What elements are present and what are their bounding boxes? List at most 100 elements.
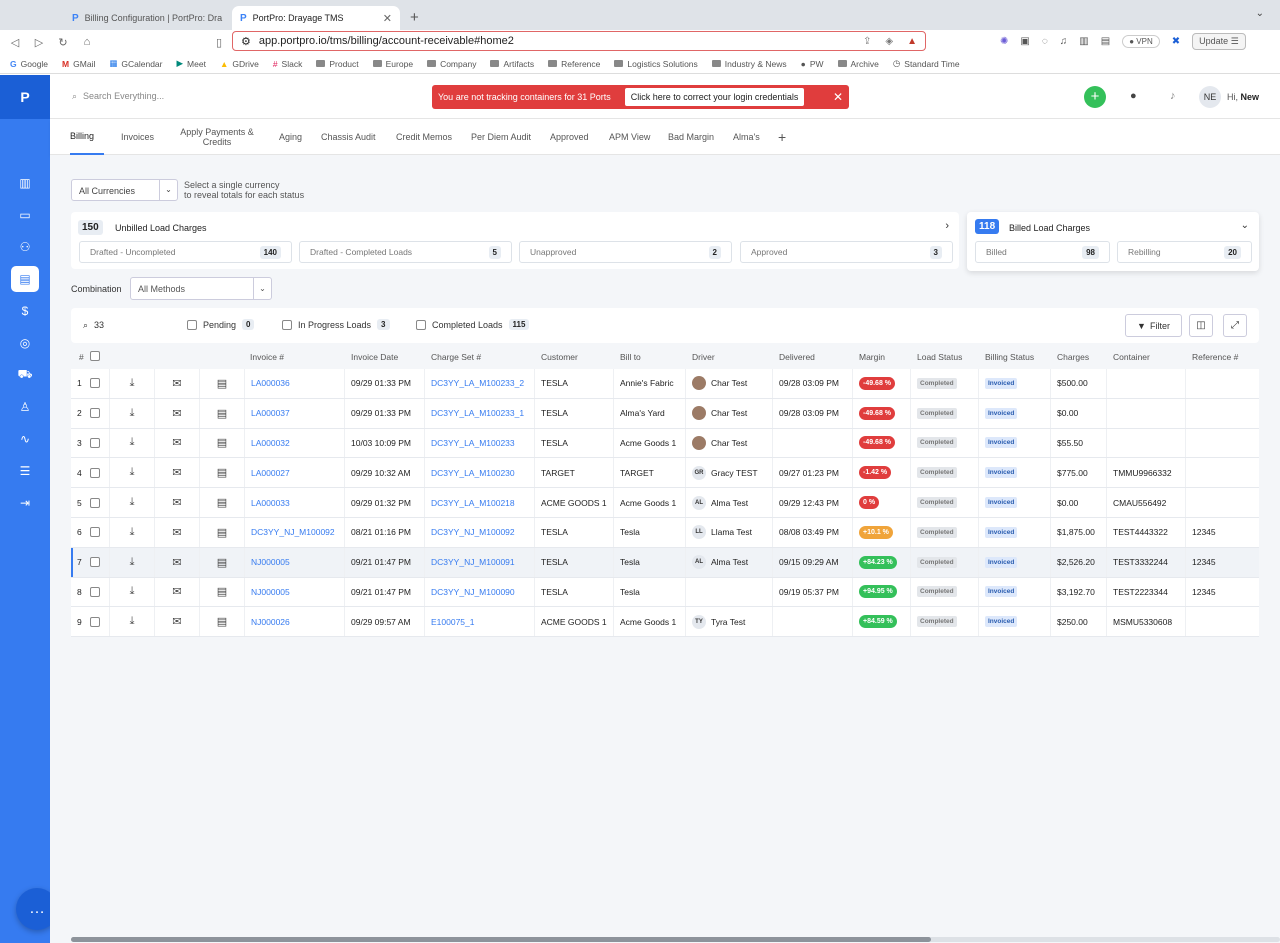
- document-icon[interactable]: ▤: [199, 517, 244, 547]
- close-icon[interactable]: ✕: [833, 90, 843, 104]
- completed-checkbox[interactable]: [416, 319, 426, 330]
- activity-icon[interactable]: ∿: [0, 423, 50, 455]
- charge-set-link[interactable]: E100075_1: [424, 607, 534, 637]
- bookmark-gmail[interactable]: M GMail: [62, 59, 95, 69]
- download-icon[interactable]: ⤓: [109, 369, 154, 398]
- col-container[interactable]: Container: [1113, 352, 1150, 362]
- col-reference[interactable]: Reference #: [1192, 352, 1238, 362]
- document-icon[interactable]: ▤: [199, 398, 244, 428]
- bookmark-meet[interactable]: ▶ Meet: [176, 58, 205, 69]
- document-icon[interactable]: ▤: [199, 577, 244, 607]
- charge-set-link[interactable]: DC3YY_LA_M100233_1: [424, 398, 534, 428]
- tab-aging[interactable]: Aging: [279, 119, 302, 155]
- home-icon[interactable]: ⌂: [80, 36, 94, 48]
- portpro-logo[interactable]: P: [0, 75, 50, 119]
- email-icon[interactable]: ✉: [154, 428, 199, 458]
- invoice-link[interactable]: LA000027: [244, 458, 344, 488]
- browser-tab-billing-config[interactable]: P Billing Configuration | PortPro: Dra: [64, 6, 232, 30]
- col-load-status[interactable]: Load Status: [917, 352, 962, 362]
- invoice-link[interactable]: LA000032: [244, 428, 344, 458]
- tab-invoices[interactable]: Invoices: [121, 119, 154, 155]
- document-icon[interactable]: ▤: [199, 547, 244, 577]
- extension-icon[interactable]: ✺: [1000, 36, 1008, 47]
- table-row[interactable]: 8 ⤓ ✉ ▤ NJ000005 09/21 01:47 PM DC3YY_NJ_M1000…: [71, 577, 1259, 608]
- col-charges[interactable]: Charges: [1057, 352, 1089, 362]
- bookmark-archive[interactable]: Archive: [837, 59, 879, 69]
- charge-set-link[interactable]: DC3YY_LA_M100233_2: [424, 369, 534, 398]
- reload-icon[interactable]: ↻: [56, 36, 70, 49]
- col-delivered[interactable]: Delivered: [779, 352, 815, 362]
- table-row[interactable]: 6 ⤓ ✉ ▤ DC3YY_NJ_M100092 08/21 01:16 PM DC3YY_…: [71, 517, 1259, 548]
- close-tab-icon[interactable]: ✕: [383, 12, 392, 25]
- bookmark-artifacts[interactable]: Artifacts: [490, 59, 534, 69]
- sub-billed[interactable]: Billed 98: [975, 241, 1110, 263]
- download-icon[interactable]: ⤓: [109, 398, 154, 428]
- col-billing-status[interactable]: Billing Status: [985, 352, 1034, 362]
- col-invoice[interactable]: Invoice #: [250, 352, 284, 362]
- dispatcher-icon[interactable]: ▭: [0, 199, 50, 231]
- download-icon[interactable]: ⤓: [109, 458, 154, 488]
- charge-set-link[interactable]: DC3YY_NJ_M100090: [424, 577, 534, 607]
- col-bill-to[interactable]: Bill to: [620, 352, 641, 362]
- tab-almas[interactable]: Alma's: [733, 119, 760, 155]
- customers-icon[interactable]: ⚇: [0, 231, 50, 263]
- email-icon[interactable]: ✉: [154, 369, 199, 398]
- billing-icon[interactable]: ▤: [0, 263, 50, 295]
- combination-select[interactable]: All Methods ⌄: [130, 277, 272, 300]
- sub-rebilling[interactable]: Rebilling 20: [1117, 241, 1252, 263]
- table-row[interactable]: 1 ⤓ ✉ ▤ LA000036 09/29 01:33 PM DC3YY_LA_M1002…: [71, 369, 1259, 399]
- table-row[interactable]: 9 ⤓ ✉ ▤ NJ000026 09/29 09:57 AM E100075_1 ACME …: [71, 607, 1259, 638]
- download-icon[interactable]: ⤓: [109, 488, 154, 517]
- email-icon[interactable]: ✉: [154, 577, 199, 607]
- row-checkbox[interactable]: [84, 518, 108, 547]
- tab-credit-memos[interactable]: Credit Memos: [396, 119, 452, 155]
- chevron-down-icon[interactable]: ⌄: [1241, 220, 1249, 231]
- row-checkbox[interactable]: [84, 578, 108, 607]
- col-customer[interactable]: Customer: [541, 352, 578, 362]
- tab-bad-margin[interactable]: Bad Margin: [668, 119, 714, 155]
- tab-list-chevron-icon[interactable]: ⌄: [1256, 8, 1264, 19]
- invoice-link[interactable]: NJ000005: [244, 577, 344, 607]
- driver-icon[interactable]: ♙: [0, 391, 50, 423]
- download-icon[interactable]: ⤓: [109, 428, 154, 458]
- add-tab-button[interactable]: +: [778, 119, 786, 155]
- invoice-link[interactable]: LA000037: [244, 398, 344, 428]
- row-checkbox[interactable]: [84, 548, 108, 577]
- scrollbar-thumb[interactable]: [71, 937, 931, 942]
- sub-approved[interactable]: Approved 3: [740, 241, 953, 263]
- col-invoice-date[interactable]: Invoice Date: [351, 352, 398, 362]
- row-checkbox[interactable]: [84, 607, 108, 636]
- row-checkbox[interactable]: [84, 399, 108, 428]
- charge-set-link[interactable]: DC3YY_LA_M100230: [424, 458, 534, 488]
- site-info-icon[interactable]: ⚙: [241, 35, 251, 48]
- sliders-icon[interactable]: ☰: [0, 455, 50, 487]
- vpn-button[interactable]: ● VPN: [1122, 35, 1160, 48]
- sub-unapproved[interactable]: Unapproved 2: [519, 241, 732, 263]
- bookmark-reference[interactable]: Reference: [548, 59, 600, 69]
- bell-icon[interactable]: ♪: [1170, 90, 1176, 102]
- document-icon[interactable]: ▤: [199, 607, 244, 637]
- invoice-link[interactable]: LA000033: [244, 488, 344, 517]
- charge-set-link[interactable]: DC3YY_NJ_M100091: [424, 547, 534, 577]
- email-icon[interactable]: ✉: [154, 458, 199, 488]
- col-driver[interactable]: Driver: [692, 352, 715, 362]
- email-icon[interactable]: ✉: [154, 517, 199, 547]
- columns-icon[interactable]: ◫: [1189, 314, 1213, 337]
- billed-card[interactable]: 118 Billed Load Charges ⌄ Billed 98 Rebil…: [967, 212, 1259, 271]
- payments-icon[interactable]: $: [0, 295, 50, 327]
- extension-x-icon[interactable]: ✖: [1172, 36, 1180, 47]
- invoice-link[interactable]: DC3YY_NJ_M100092: [244, 517, 344, 547]
- bookmark-icon[interactable]: ▯: [212, 36, 226, 49]
- email-icon[interactable]: ✉: [154, 607, 199, 637]
- table-row[interactable]: 5 ⤓ ✉ ▤ LA000033 09/29 01:32 PM DC3YY_LA_M1002…: [71, 488, 1259, 518]
- document-icon[interactable]: ▤: [199, 458, 244, 488]
- sub-drafted-completed[interactable]: Drafted - Completed Loads 5: [299, 241, 512, 263]
- col-charge-set[interactable]: Charge Set #: [431, 352, 481, 362]
- logout-icon[interactable]: ⇥: [0, 487, 50, 519]
- sub-drafted-uncompleted[interactable]: Drafted - Uncompleted 140: [79, 241, 292, 263]
- download-icon[interactable]: ⤓: [109, 547, 154, 577]
- search-input[interactable]: Search Everything...: [83, 91, 164, 102]
- wallet-icon[interactable]: ▤: [1101, 36, 1110, 47]
- row-checkbox[interactable]: [84, 369, 108, 398]
- horizontal-scrollbar[interactable]: [71, 937, 1280, 942]
